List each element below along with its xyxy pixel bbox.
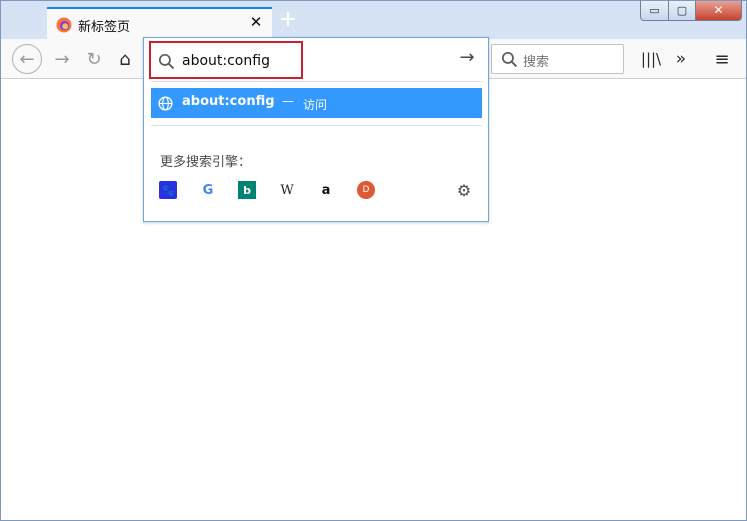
app-menu-button[interactable]: ≡ xyxy=(708,45,736,73)
back-arrow-icon: ← xyxy=(19,48,35,70)
url-value: about:config xyxy=(182,53,270,69)
duckduckgo-engine-icon[interactable]: D xyxy=(357,181,375,199)
amazon-engine-icon[interactable]: a xyxy=(317,181,335,199)
reload-icon: ↻ xyxy=(86,48,102,70)
gear-icon[interactable]: ⚙ xyxy=(455,181,473,200)
search-input[interactable]: 搜索 xyxy=(491,44,624,74)
maximize-button[interactable]: ▢ xyxy=(668,1,696,21)
firefox-logo-icon xyxy=(56,17,72,33)
search-placeholder: 搜索 xyxy=(523,55,550,70)
forward-button[interactable]: → xyxy=(48,45,76,73)
url-input[interactable]: about:config xyxy=(149,41,303,79)
suggestion-action: 访问 xyxy=(303,98,328,112)
globe-icon xyxy=(158,96,173,111)
library-button[interactable]: |||\ xyxy=(637,45,665,73)
go-arrow-icon[interactable]: → xyxy=(457,48,477,68)
close-window-button[interactable]: ✕ xyxy=(695,1,742,21)
suggestion-title: about:config xyxy=(182,94,275,109)
bing-engine-icon[interactable]: b xyxy=(238,181,256,199)
wikipedia-engine-icon[interactable]: W xyxy=(278,181,296,199)
more-engines-label: 更多搜索引擎： xyxy=(160,155,252,170)
library-icon: |||\ xyxy=(640,50,662,68)
urlbar-popup: about:config → about:config — 访问 更多搜索引擎：… xyxy=(143,37,489,222)
home-icon: ⌂ xyxy=(119,48,131,70)
hamburger-menu-icon: ≡ xyxy=(714,48,730,70)
baidu-engine-icon[interactable]: 🐾 xyxy=(159,181,177,199)
google-engine-icon[interactable]: G xyxy=(199,181,217,199)
close-icon: ✕ xyxy=(713,3,724,17)
suggestion-visit-item[interactable]: about:config — 访问 xyxy=(151,88,482,118)
overflow-menu-button[interactable]: » xyxy=(667,45,695,73)
forward-arrow-icon: → xyxy=(54,48,70,70)
minimize-button[interactable]: ▭ xyxy=(640,1,669,21)
home-button[interactable]: ⌂ xyxy=(111,45,139,73)
tab-new-tab[interactable]: 新标签页 ✕ xyxy=(47,7,272,40)
search-icon xyxy=(501,51,518,68)
tab-title: 新标签页 xyxy=(78,20,131,35)
divider xyxy=(151,125,482,126)
tab-strip: 新标签页 ✕ + ▭ ▢ ✕ xyxy=(1,1,746,40)
minimize-icon: ▭ xyxy=(649,4,660,17)
browser-window: 新标签页 ✕ + ▭ ▢ ✕ ← → ↻ ⌂ 搜索 |||\ » ≡ about… xyxy=(0,0,747,521)
tab-close-icon[interactable]: ✕ xyxy=(248,14,264,30)
back-button[interactable]: ← xyxy=(12,44,42,74)
new-tab-button[interactable]: + xyxy=(277,9,299,31)
chevron-double-right-icon: » xyxy=(675,49,687,69)
search-icon xyxy=(158,53,175,70)
suggestion-dash: — xyxy=(282,94,294,108)
reload-button[interactable]: ↻ xyxy=(80,45,108,73)
divider xyxy=(151,81,482,82)
maximize-icon: ▢ xyxy=(676,4,688,17)
